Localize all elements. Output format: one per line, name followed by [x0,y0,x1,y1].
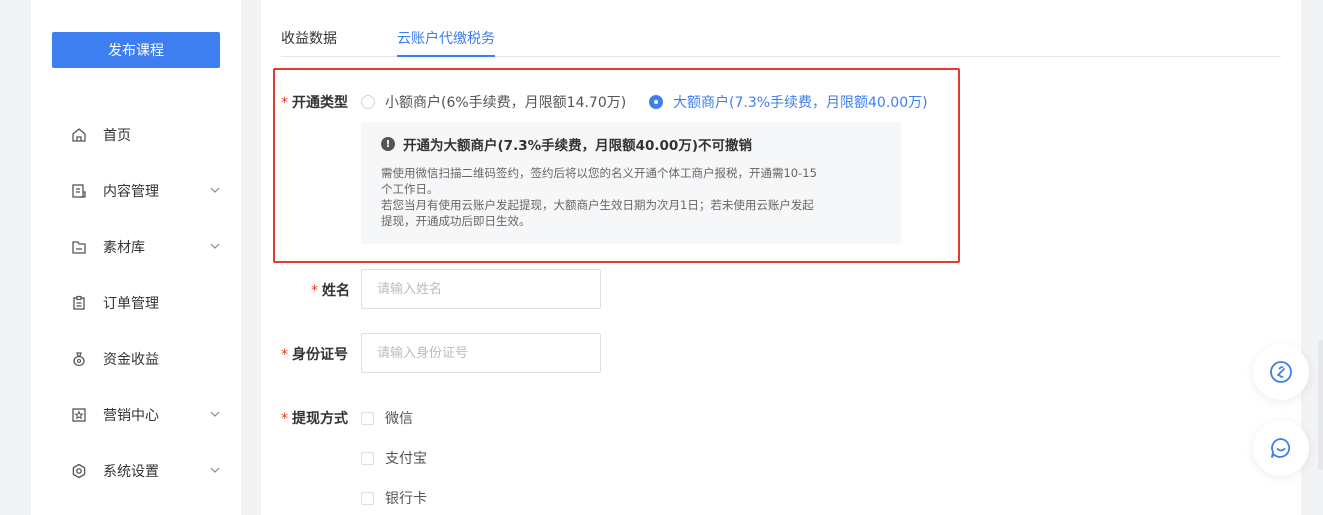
name-field [361,269,601,309]
chevron-down-icon [210,243,220,249]
sidebar-item-label: 资金收益 [103,352,159,368]
checkbox-label: 支付宝 [385,451,427,467]
type-label: * 开通类型 [281,95,348,111]
main-panel: 收益数据 云账户代缴税务 * 开通类型 小额商户(6%手续费，月限额14.70万)… [261,0,1301,515]
folder-icon [72,241,86,254]
chevron-down-icon [210,187,220,193]
right-edge-strip [1318,340,1323,470]
sidebar-item-orders[interactable]: 订单管理 [31,283,241,323]
checkbox-box [361,451,374,465]
sidebar-item-content[interactable]: 内容管理 [31,171,241,211]
sidebar-item-label: 订单管理 [103,296,159,312]
id-field [361,333,601,373]
tab-revenue-data[interactable]: 收益数据 [281,28,337,48]
checkbox-label: 银行卡 [385,491,427,507]
sidebar-item-home[interactable]: 首页 [31,115,241,155]
active-tab-indicator [397,55,495,57]
floating-chat-button[interactable] [1253,420,1309,476]
checkbox-box [361,411,374,425]
sidebar-item-settings[interactable]: 系统设置 [31,451,241,491]
sidebar: 发布课程 首页 内容管理 素材库 订单管理 资金收益 营销中心 系统设置 [31,0,241,515]
withdraw-label: * 提现方式 [281,411,348,427]
radio-label: 小额商户(6%手续费，月限额14.70万) [385,95,627,111]
publish-course-button[interactable]: 发布课程 [52,32,220,68]
sidebar-item-label: 营销中心 [103,408,159,424]
radio-circle [361,95,375,109]
home-icon [72,128,86,142]
sidebar-item-marketing[interactable]: 营销中心 [31,395,241,435]
checkbox-wechat[interactable]: 微信 [361,408,413,428]
chat-icon [1271,438,1291,458]
sidebar-item-funds[interactable]: 资金收益 [31,339,241,379]
name-input[interactable] [362,270,600,308]
link-icon [1270,361,1292,383]
floating-link-button[interactable] [1253,344,1309,400]
settings-icon [72,463,86,479]
checkbox-label: 微信 [385,411,413,427]
checkbox-bank-card[interactable]: 银行卡 [361,488,427,508]
id-number-input[interactable] [362,334,600,372]
radio-circle [649,95,663,109]
radio-label: 大额商户(7.3%手续费，月限额40.00万) [673,95,928,111]
chevron-down-icon [210,411,220,417]
sidebar-item-label: 内容管理 [103,184,159,200]
sidebar-item-label: 首页 [103,128,131,144]
star-badge-icon [72,408,86,422]
money-bag-icon [73,352,85,367]
notice-title: ! 开通为大额商户(7.3%手续费，月限额40.00万)不可撤销 [381,134,752,154]
notice-body: 需使用微信扫描二维码签约，签约后将以您的名义开通个体工商户报税，开通需10-15… [381,166,817,228]
sidebar-item-label: 系统设置 [103,464,159,480]
clipboard-icon [73,295,85,310]
radio-large-merchant[interactable]: 大额商户(7.3%手续费，月限额40.00万) [649,92,928,112]
checkbox-box [361,491,374,505]
tab-bar: 收益数据 云账户代缴税务 [281,22,1281,57]
radio-small-merchant[interactable]: 小额商户(6%手续费，月限额14.70万) [361,92,626,112]
exclamation-icon: ! [381,137,395,151]
chevron-down-icon [210,467,220,473]
tab-cloud-account-tax[interactable]: 云账户代缴税务 [397,28,495,48]
checkbox-alipay[interactable]: 支付宝 [361,448,427,468]
sidebar-item-materials[interactable]: 素材库 [31,227,241,267]
content-icon [72,184,86,198]
sidebar-item-label: 素材库 [103,240,145,256]
id-label: * 身份证号 [281,347,348,363]
notice-box: ! 开通为大额商户(7.3%手续费，月限额40.00万)不可撤销 需使用微信扫描… [361,122,901,244]
name-label: * 姓名 [311,283,350,299]
